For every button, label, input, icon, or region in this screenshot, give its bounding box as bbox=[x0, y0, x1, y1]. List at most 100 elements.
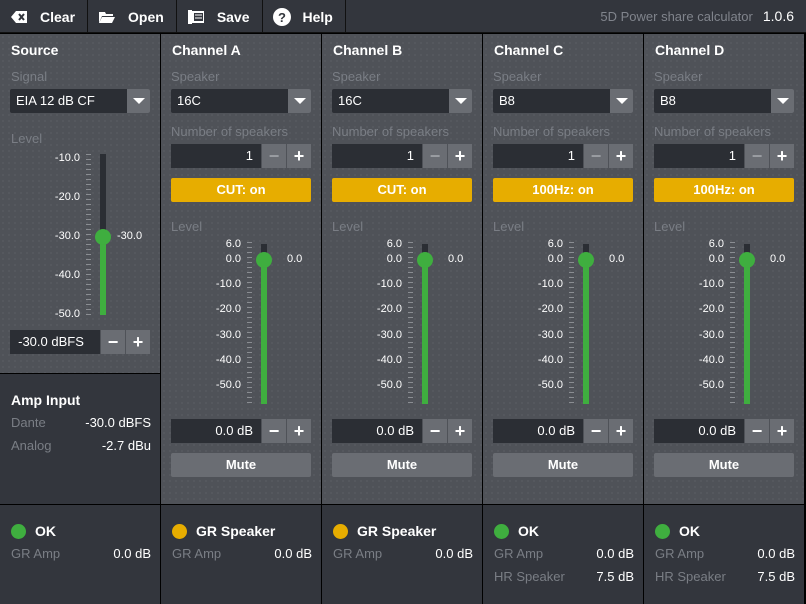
tick-mark bbox=[86, 204, 91, 205]
increment-button[interactable]: + bbox=[126, 330, 150, 354]
speaker-select[interactable]: 16C bbox=[171, 89, 311, 113]
increment-button[interactable]: + bbox=[287, 144, 311, 168]
status-text: OK bbox=[518, 523, 539, 539]
tick-mark bbox=[730, 302, 735, 303]
open-button[interactable]: Open bbox=[88, 0, 177, 33]
num-speakers-input[interactable]: 1 bbox=[171, 144, 261, 168]
chevron-down-icon[interactable] bbox=[288, 89, 311, 113]
filter-toggle[interactable]: 100Hz: on bbox=[654, 178, 794, 202]
increment-button[interactable]: + bbox=[609, 144, 633, 168]
decrement-button[interactable]: − bbox=[262, 419, 286, 443]
tick-mark bbox=[86, 174, 91, 175]
mute-button[interactable]: Mute bbox=[171, 453, 311, 477]
analog-label: Analog bbox=[11, 438, 52, 453]
status-dot bbox=[172, 523, 187, 539]
decrement-button[interactable]: − bbox=[423, 419, 447, 443]
level-label: Level bbox=[332, 219, 364, 234]
backspace-icon bbox=[10, 10, 28, 23]
decrement-button[interactable]: − bbox=[745, 144, 769, 168]
channel-panel: Channel D Speaker B8 Number of speakers … bbox=[644, 34, 804, 504]
tick-mark bbox=[408, 302, 413, 303]
decrement-button[interactable]: − bbox=[745, 419, 769, 443]
decrement-button[interactable]: − bbox=[101, 330, 125, 354]
tick-mark bbox=[569, 272, 574, 273]
tick-mark bbox=[730, 292, 735, 293]
tick-label: -40.0 bbox=[698, 353, 724, 366]
increment-button[interactable]: + bbox=[770, 144, 794, 168]
fader-knob[interactable] bbox=[578, 252, 594, 268]
speaker-select[interactable]: B8 bbox=[654, 89, 794, 113]
save-button[interactable]: Save bbox=[177, 0, 263, 33]
increment-button[interactable]: + bbox=[609, 419, 633, 443]
tick-mark bbox=[86, 214, 91, 215]
num-speakers-stepper[interactable]: 1− + bbox=[493, 144, 633, 168]
tick-mark bbox=[569, 287, 574, 288]
num-speakers-input[interactable]: 1 bbox=[654, 144, 744, 168]
tick-mark bbox=[86, 309, 91, 310]
tick-mark bbox=[730, 312, 735, 313]
filter-toggle[interactable]: CUT: on bbox=[171, 178, 311, 202]
tick-mark bbox=[730, 272, 735, 273]
increment-button[interactable]: + bbox=[448, 144, 472, 168]
decrement-button[interactable]: − bbox=[584, 144, 608, 168]
tick-mark bbox=[569, 357, 574, 358]
tick-mark bbox=[569, 312, 574, 313]
num-speakers-input[interactable]: 1 bbox=[493, 144, 583, 168]
increment-button[interactable]: + bbox=[287, 419, 311, 443]
gain-input[interactable]: 0.0 dB bbox=[171, 419, 261, 443]
gain-input[interactable]: 0.0 dB bbox=[493, 419, 583, 443]
gain-input[interactable]: 0.0 dB bbox=[654, 419, 744, 443]
chevron-down-icon[interactable] bbox=[127, 89, 150, 113]
mute-button[interactable]: Mute bbox=[493, 453, 633, 477]
speaker-select[interactable]: 16C bbox=[332, 89, 472, 113]
gain-stepper[interactable]: 0.0 dB − + bbox=[332, 419, 472, 443]
fader-knob[interactable] bbox=[256, 252, 272, 268]
fader-fill bbox=[261, 260, 267, 404]
tick-mark bbox=[408, 402, 413, 403]
increment-button[interactable]: + bbox=[448, 419, 472, 443]
gain-stepper[interactable]: 0.0 dB − + bbox=[493, 419, 633, 443]
tick-mark bbox=[86, 304, 91, 305]
gain-stepper[interactable]: 0.0 dB − + bbox=[171, 419, 311, 443]
chevron-down-icon[interactable] bbox=[610, 89, 633, 113]
gain-stepper[interactable]: 0.0 dB − + bbox=[654, 419, 794, 443]
tick-mark bbox=[730, 367, 735, 368]
tick-mark bbox=[730, 327, 735, 328]
signal-select[interactable]: EIA 12 dB CF bbox=[10, 89, 150, 113]
speaker-select[interactable]: B8 bbox=[493, 89, 633, 113]
num-speakers-stepper[interactable]: 1− + bbox=[654, 144, 794, 168]
chevron-down-icon[interactable] bbox=[449, 89, 472, 113]
filter-toggle[interactable]: CUT: on bbox=[332, 178, 472, 202]
num-speakers-stepper[interactable]: 1− + bbox=[332, 144, 472, 168]
tick-mark bbox=[408, 357, 413, 358]
num-speakers-input[interactable]: 1 bbox=[332, 144, 422, 168]
svg-text:?: ? bbox=[278, 10, 286, 25]
increment-button[interactable]: + bbox=[770, 419, 794, 443]
decrement-button[interactable]: − bbox=[262, 144, 286, 168]
tick-mark bbox=[569, 327, 574, 328]
filter-toggle[interactable]: 100Hz: on bbox=[493, 178, 633, 202]
status-text: OK bbox=[35, 523, 56, 539]
help-button[interactable]: ? Help bbox=[263, 0, 346, 33]
tick-mark bbox=[86, 269, 91, 270]
tick-mark bbox=[730, 262, 735, 263]
tick-mark bbox=[569, 247, 574, 248]
decrement-button[interactable]: − bbox=[584, 419, 608, 443]
clear-button[interactable]: Clear bbox=[0, 0, 89, 33]
fader-knob[interactable] bbox=[417, 252, 433, 268]
hr-speaker-value: 7.5 dB bbox=[757, 569, 795, 584]
gain-input[interactable]: 0.0 dB bbox=[332, 419, 422, 443]
mute-button[interactable]: Mute bbox=[332, 453, 472, 477]
tick-label: 6.0 bbox=[225, 238, 241, 250]
source-level-stepper[interactable]: -30.0 dBFS − + bbox=[10, 330, 150, 354]
num-speakers-stepper[interactable]: 1− + bbox=[171, 144, 311, 168]
fader-knob[interactable] bbox=[739, 252, 755, 268]
fader-knob[interactable] bbox=[95, 229, 111, 245]
mute-button[interactable]: Mute bbox=[654, 453, 794, 477]
tick-mark bbox=[247, 367, 252, 368]
tick-label: -40.0 bbox=[376, 353, 402, 366]
tick-label: -30.0 bbox=[376, 328, 402, 341]
source-level-input[interactable]: -30.0 dBFS bbox=[10, 330, 100, 354]
decrement-button[interactable]: − bbox=[423, 144, 447, 168]
chevron-down-icon[interactable] bbox=[771, 89, 794, 113]
